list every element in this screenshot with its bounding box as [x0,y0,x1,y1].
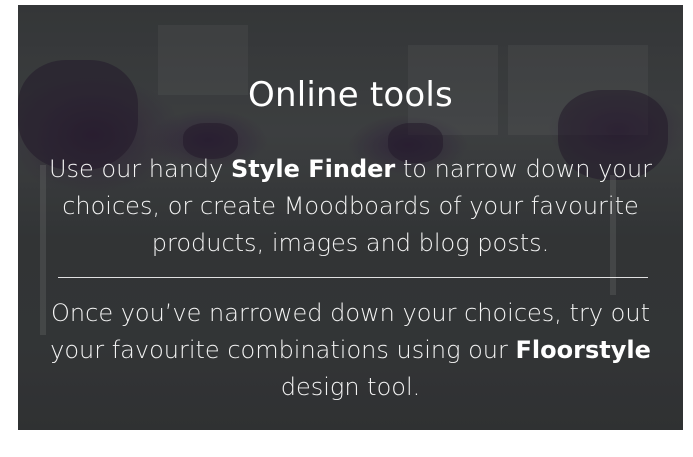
floorstyle-text-after: design tool. [280,373,421,401]
intro-paragraph: Use our handy Style Finder to narrow dow… [48,151,653,262]
section-title: Online tools [248,75,453,115]
style-finder-link[interactable]: Style Finder [231,155,395,183]
intro-text-before: Use our handy [48,155,231,183]
floorstyle-paragraph: Once you’ve narrowed down your choices, … [48,295,653,406]
floorstyle-link[interactable]: Floorstyle [516,336,651,364]
hero-banner: Online tools Use our handy Style Finder … [18,5,683,430]
divider [58,277,648,278]
